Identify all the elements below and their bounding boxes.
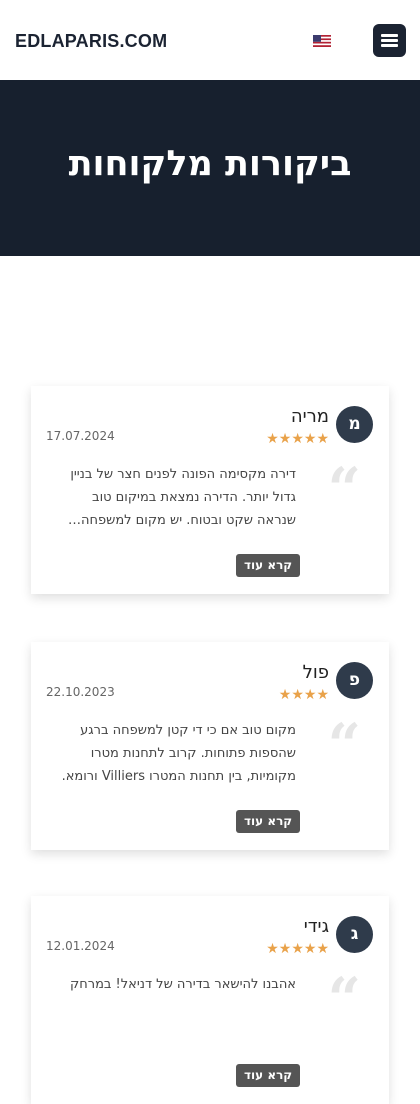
menu-button[interactable] [373,24,406,57]
rating-stars: ★★★★★ [266,941,329,957]
rating-stars: ★★★★★ [266,431,329,447]
reviewer-name: פול [302,662,329,683]
us-flag-icon[interactable] [313,35,331,47]
quote-icon: “ [327,455,361,523]
review-text: דירה מקסימה הפונה לפנים חצר של בניין גדו… [68,467,296,528]
page-title: ביקורות מלקוחות [68,144,352,184]
hamburger-icon-line [381,34,398,37]
review-card: ג גידי ★★★★★ 12.01.2024 “ אהבנו להישאר ב… [31,896,389,1104]
review-card: מ מריה ★★★★★ 17.07.2024 “ דירה מקסימה הפ… [31,386,389,594]
rating-stars: ★★★★ [278,687,329,703]
review-date: 22.10.2023 [46,685,115,699]
review-card: פ פול ★★★★ 22.10.2023 “ מקום טוב אם כי ד… [31,642,389,850]
reviewer-name: מריה [290,406,329,427]
reviewer-avatar: פ [336,662,373,699]
site-header: EDLAPARIS.COM [0,0,420,80]
hero-banner: ביקורות מלקוחות [0,80,420,256]
site-logo[interactable]: EDLAPARIS.COM [15,31,167,52]
quote-icon: “ [327,711,361,779]
read-more-button[interactable]: קרא עוד [236,810,301,833]
read-more-button[interactable]: קרא עוד [236,1064,301,1087]
review-text: מקום טוב אם כי די קטן למשפחה ברגע שהספות… [61,723,296,784]
quote-icon: “ [327,965,361,1033]
hamburger-icon-line [381,44,398,47]
reviewer-avatar: ג [336,916,373,953]
reviewer-avatar: מ [336,406,373,443]
review-date: 17.07.2024 [46,429,115,443]
hamburger-icon-line [381,39,398,42]
read-more-button[interactable]: קרא עוד [236,554,301,577]
reviewer-name: גידי [303,916,329,937]
review-text: אהבנו להישאר בדירה של דניאל! במרחק [70,977,296,992]
review-date: 12.01.2024 [46,939,115,953]
